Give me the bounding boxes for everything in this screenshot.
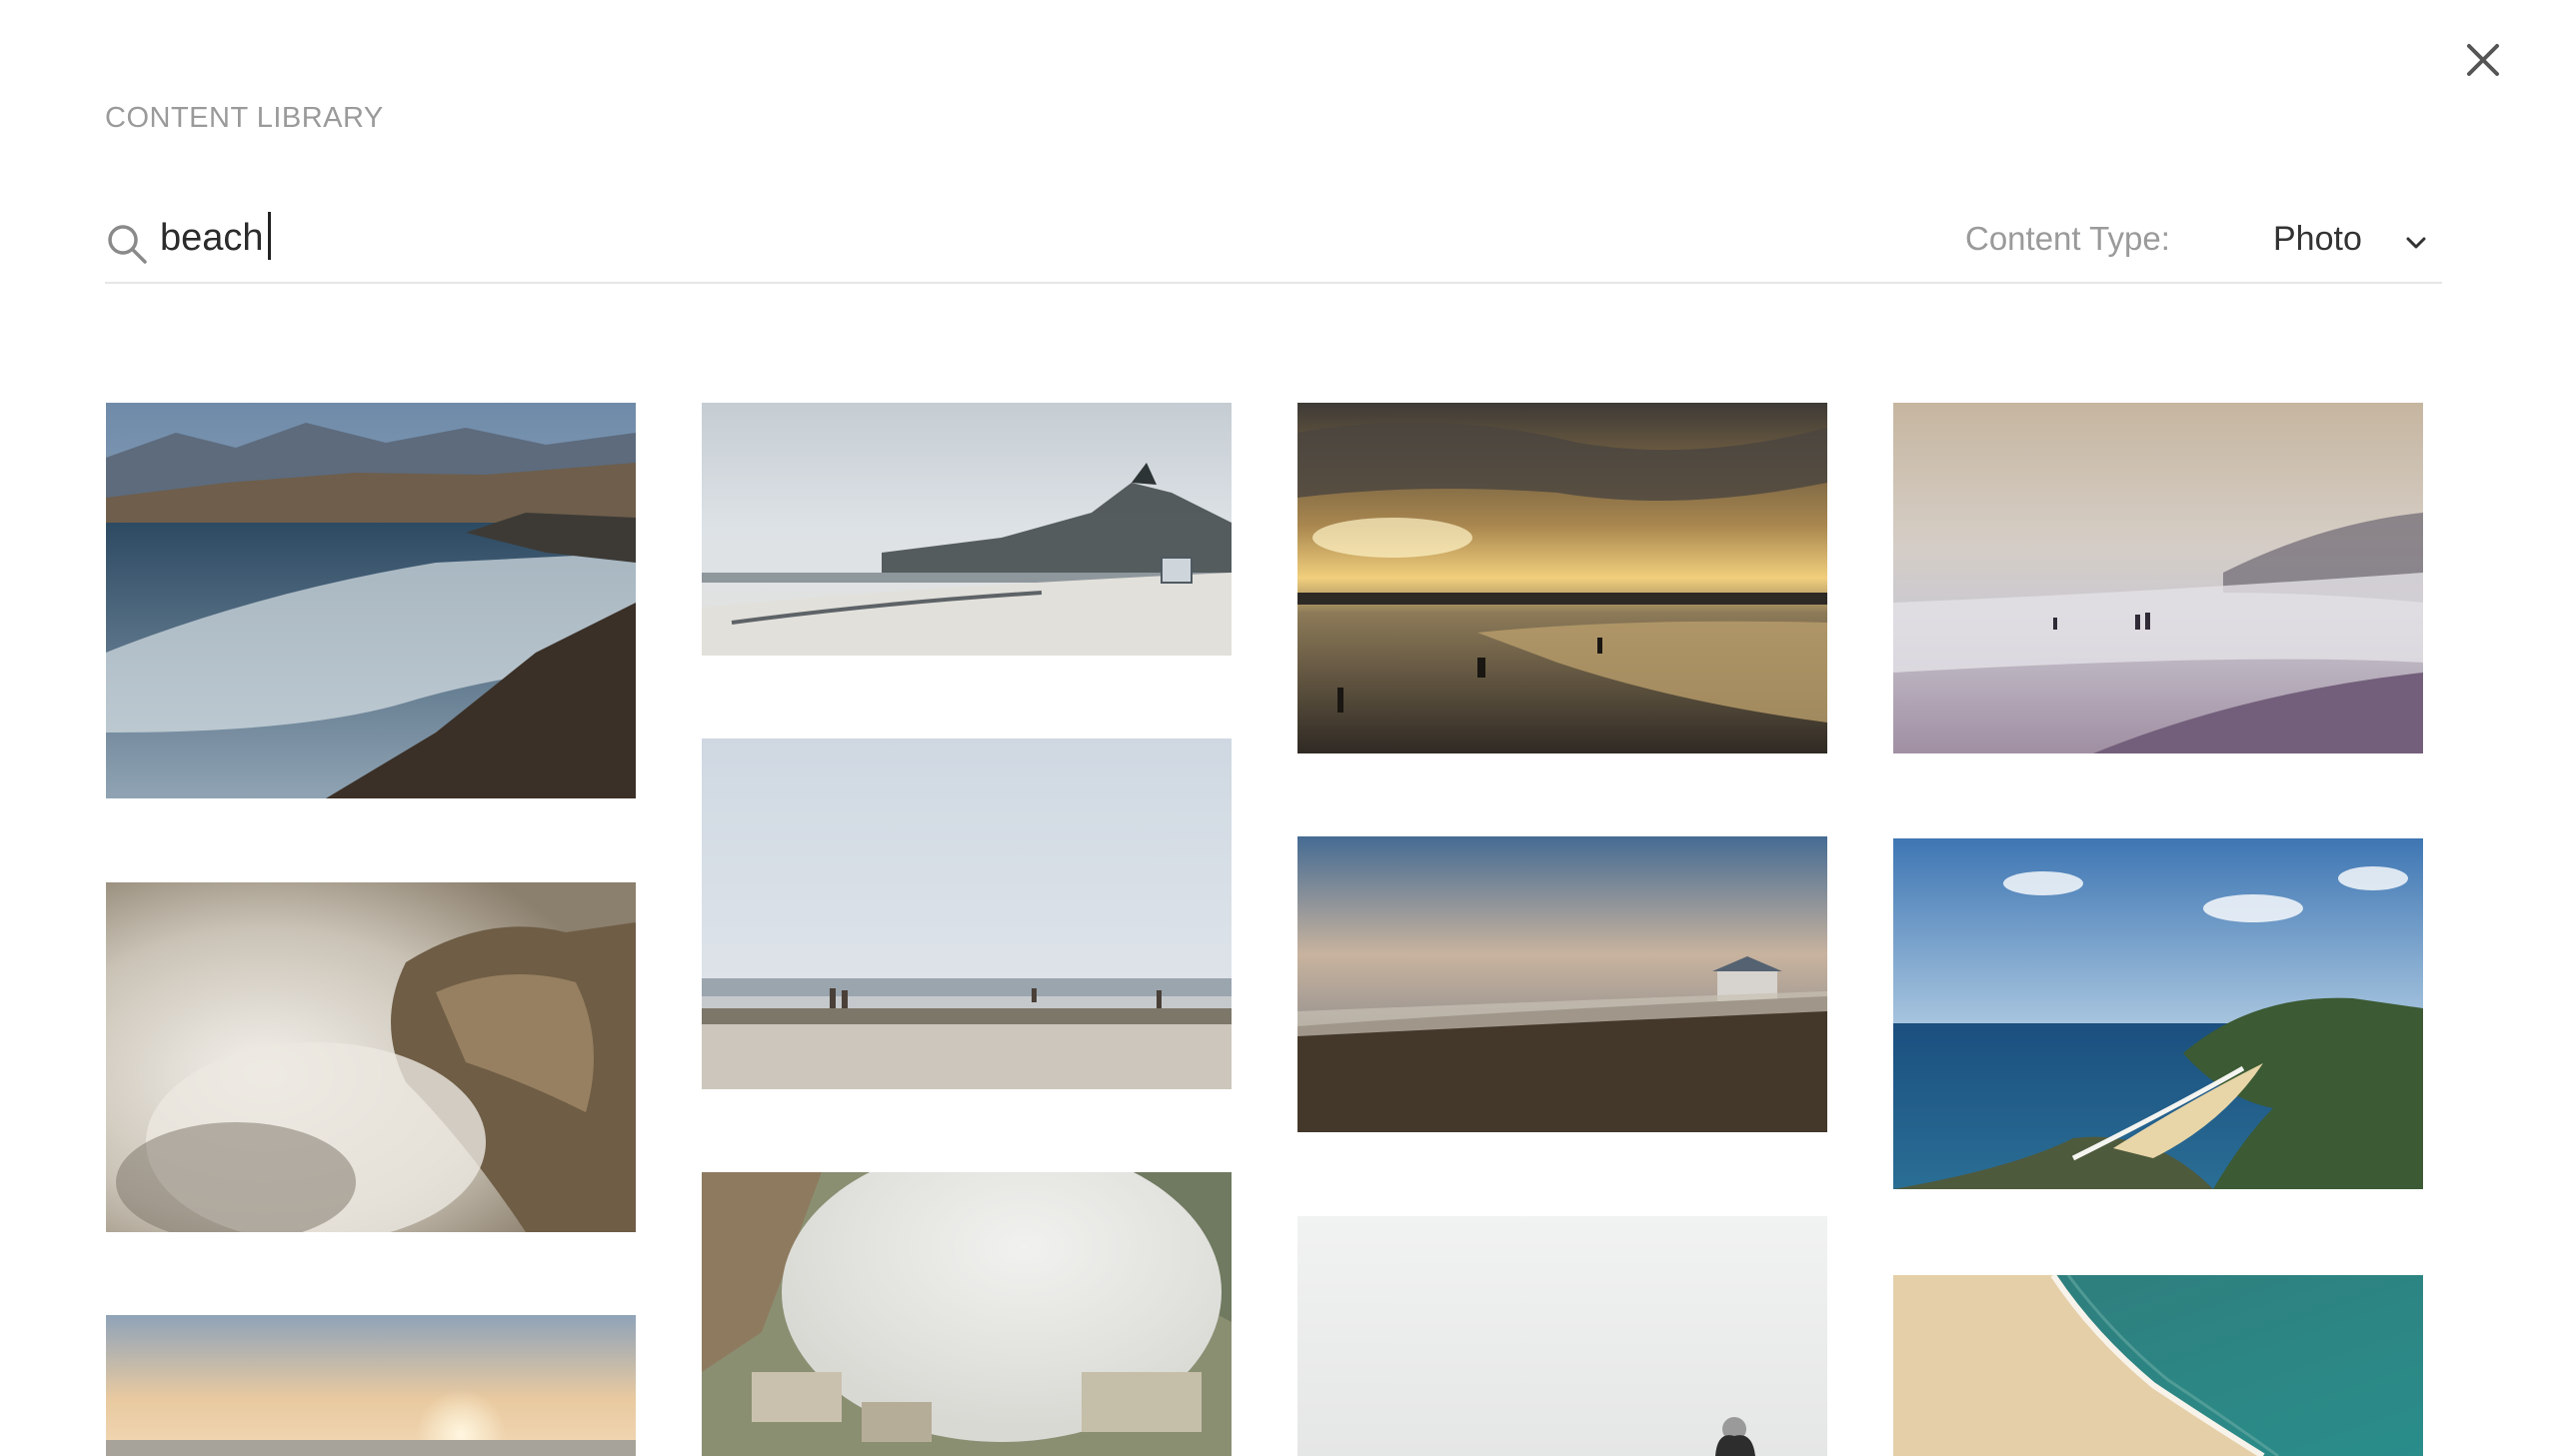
photo-thumbnail-rocky-coast[interactable] bbox=[106, 403, 636, 798]
content-type-dropdown[interactable]: Photo bbox=[2273, 210, 2439, 270]
photo-thumbnail-dusk-beach-houses[interactable] bbox=[1297, 836, 1827, 1132]
content-type-value: Photo bbox=[2273, 220, 2362, 258]
photo-thumbnail-waves-on-rocks[interactable] bbox=[106, 882, 636, 1232]
photo-thumbnail-sunset-beach[interactable] bbox=[1297, 403, 1827, 753]
photo-thumbnail-misty-beach[interactable] bbox=[1893, 403, 2423, 753]
close-icon bbox=[2467, 44, 2499, 76]
photo-thumbnail-sunrise-sea[interactable] bbox=[106, 1315, 636, 1456]
search-bar: Content Type: Photo bbox=[105, 200, 2442, 284]
text-caret bbox=[268, 212, 271, 260]
photo-thumbnail-green-headland[interactable] bbox=[1893, 838, 2423, 1189]
photo-thumbnail-calm-beach[interactable] bbox=[702, 738, 1232, 1089]
content-library-modal: CONTENT LIBRARY Content Type: Photo bbox=[0, 0, 2559, 1456]
photo-thumbnail-foggy-town[interactable] bbox=[702, 1172, 1232, 1456]
photo-thumbnail-foggy-beach[interactable] bbox=[702, 403, 1232, 656]
photo-thumbnail-aerial-shore[interactable] bbox=[1893, 1275, 2423, 1456]
close-button[interactable] bbox=[2459, 36, 2507, 84]
page-title: CONTENT LIBRARY bbox=[105, 102, 384, 134]
content-type-label: Content Type: bbox=[1965, 220, 2170, 257]
chevron-down-icon bbox=[2401, 228, 2431, 258]
search-icon bbox=[105, 222, 149, 266]
photo-thumbnail-person-on-beach[interactable] bbox=[1297, 1216, 1827, 1456]
search-input[interactable] bbox=[160, 208, 1859, 268]
